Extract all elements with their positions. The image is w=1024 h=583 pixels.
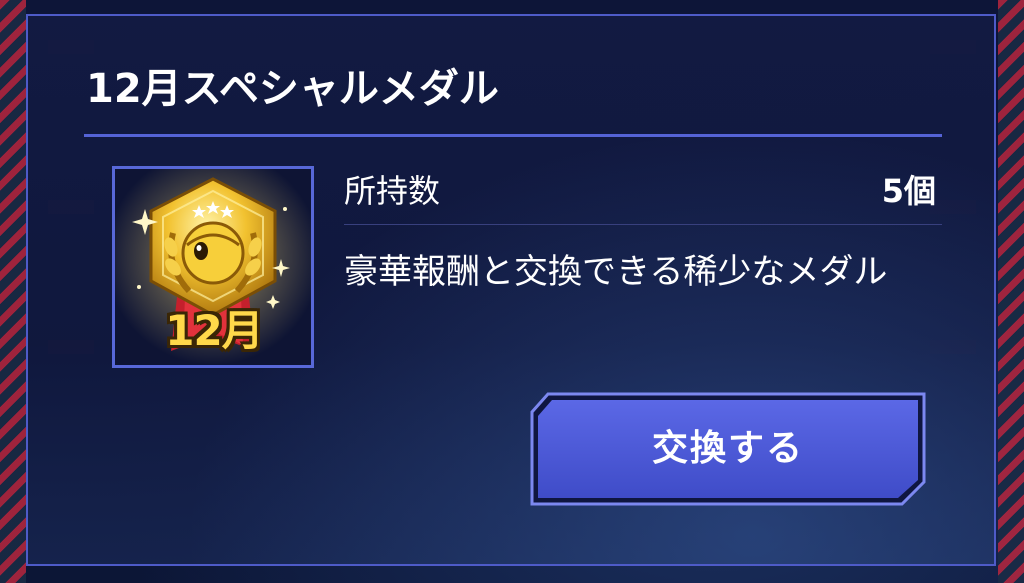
- info-divider: [344, 224, 942, 225]
- right-striped-border: [998, 0, 1024, 583]
- screen: 12月スペシャルメダル 12月 所持数 5個 豪華報酬と交換できる稀少なメダル …: [0, 0, 1024, 583]
- medal-month-label: 12月: [165, 306, 263, 355]
- title-divider: [84, 134, 942, 137]
- exchange-button-label: 交換する: [651, 428, 804, 469]
- owned-count-label: 所持数: [344, 172, 441, 210]
- left-striped-border: [0, 0, 26, 583]
- exchange-button[interactable]: 交換する: [530, 392, 926, 506]
- medal-description: 豪華報酬と交換できる稀少なメダル: [344, 252, 888, 292]
- dialog-title: 12月スペシャルメダル: [86, 66, 499, 112]
- medal-image-frame: 12月: [112, 166, 314, 368]
- medal-detail-dialog: 12月スペシャルメダル 12月 所持数 5個 豪華報酬と交換できる稀少なメダル …: [26, 14, 996, 566]
- owned-count-value: 5個: [881, 172, 936, 210]
